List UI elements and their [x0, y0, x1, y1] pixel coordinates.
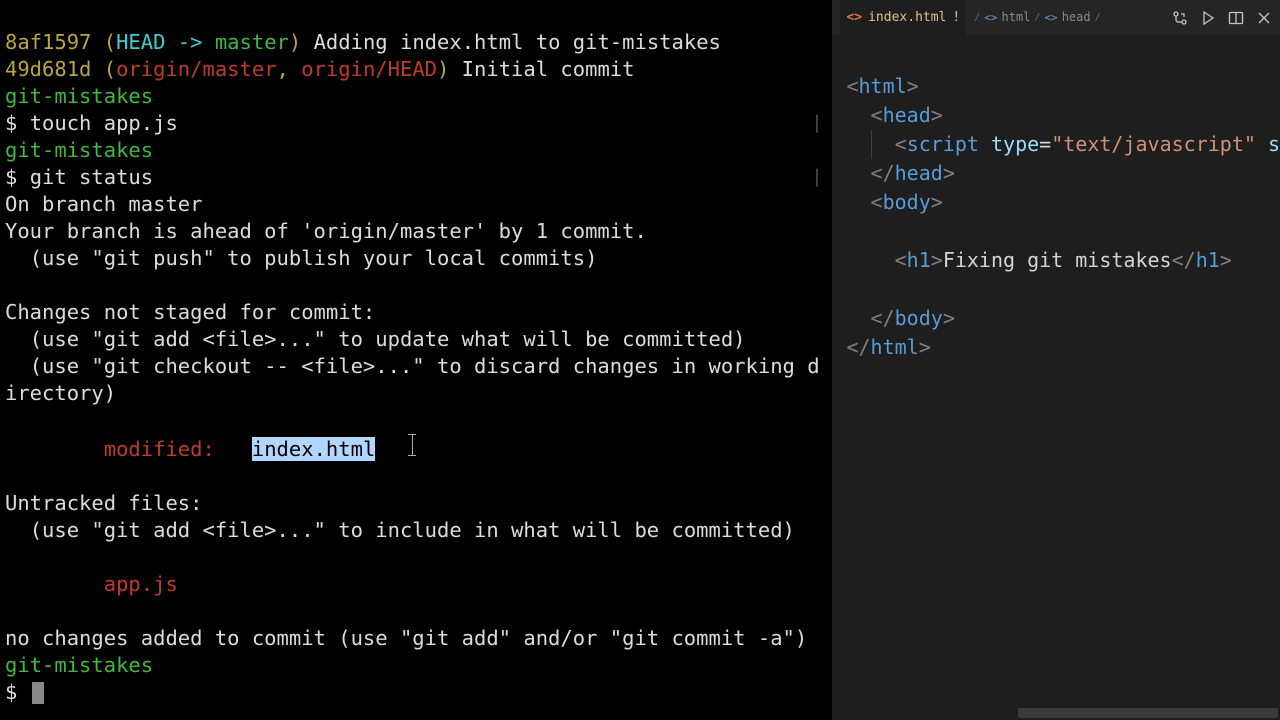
tag: html — [859, 74, 907, 98]
split-editor-icon[interactable] — [1228, 10, 1244, 26]
breadcrumb-item[interactable]: head — [1062, 4, 1091, 31]
breadcrumb[interactable]: / <> html / <> head / — [974, 4, 1100, 31]
chevron-right-icon: / — [1034, 4, 1040, 31]
editor-actions — [1172, 10, 1272, 26]
attr-value: "text/javascript" — [1051, 132, 1256, 156]
prompt-symbol: $ — [5, 680, 30, 704]
editor-pane: <> index.html ! / <> html / <> head / — [832, 0, 1280, 720]
tag: head — [895, 161, 943, 185]
element-icon: <> — [984, 4, 997, 31]
refs-sep: , — [277, 57, 302, 81]
origin-head-ref: origin/HEAD — [301, 57, 437, 81]
status-summary: no changes added to commit (use "git add… — [5, 626, 807, 650]
origin-master-ref: origin/master — [116, 57, 276, 81]
breadcrumb-item[interactable]: html — [1002, 4, 1031, 31]
commit-hash: 8af1597 — [5, 30, 91, 54]
pane-split-marker: ⎹ — [799, 110, 817, 137]
cwd-label: git-mistakes — [5, 138, 153, 162]
refs-close: ) — [437, 57, 449, 81]
tab-filename: index.html — [868, 4, 946, 31]
untracked-file: app.js — [5, 572, 178, 596]
html-file-icon: <> — [846, 4, 862, 31]
chevron-right-icon: / — [974, 4, 980, 31]
run-icon[interactable] — [1200, 10, 1216, 26]
prompt-symbol: $ — [5, 165, 30, 189]
tag: head — [883, 103, 931, 127]
tag: html — [871, 335, 919, 359]
tag: body — [883, 190, 931, 214]
untracked-header: Untracked files: — [5, 491, 202, 515]
element-icon: <> — [1044, 4, 1057, 31]
refs-open: ( — [91, 30, 116, 54]
command-input: touch app.js — [30, 111, 178, 135]
branch-ref: master — [215, 30, 289, 54]
cwd-label: git-mistakes — [5, 653, 153, 677]
cwd-label: git-mistakes — [5, 84, 153, 108]
h1-text: Fixing git mistakes — [943, 248, 1172, 272]
commit-msg: Initial commit — [449, 57, 634, 81]
tab-dirty-indicator: ! — [952, 4, 960, 31]
tag: body — [895, 306, 943, 330]
text-cursor-icon — [412, 434, 413, 456]
close-icon[interactable] — [1256, 10, 1272, 26]
modified-file-selected[interactable]: index.html — [252, 437, 375, 461]
commit-msg: Adding index.html to git-mistakes — [301, 30, 721, 54]
code-trail: s — [1256, 132, 1280, 156]
modified-label: modified: — [5, 437, 252, 461]
tag: script — [907, 132, 979, 156]
compare-changes-icon[interactable] — [1172, 10, 1188, 26]
tag: h1 — [1196, 248, 1220, 272]
untracked-hint: (use "git add <file>..." to include in w… — [5, 518, 795, 542]
command-input: git status — [30, 165, 153, 189]
tab-index-html[interactable]: <> index.html ! — [840, 0, 966, 35]
head-ref: HEAD -> — [116, 30, 215, 54]
refs-close: ) — [289, 30, 301, 54]
status-line: (use "git add <file>..." to update what … — [5, 327, 746, 351]
horizontal-scrollbar[interactable] — [1018, 708, 1278, 718]
status-line: On branch master — [5, 192, 202, 216]
attr: type — [991, 132, 1039, 156]
commit-hash: 49d681d — [5, 57, 91, 81]
terminal-pane[interactable]: 8af1597 (HEAD -> master) Adding index.ht… — [0, 0, 832, 720]
editor-tabbar: <> index.html ! / <> html / <> head / — [832, 0, 1280, 35]
status-line: (use "git checkout -- <file>..." to disc… — [5, 354, 820, 405]
status-line: Your branch is ahead of 'origin/master' … — [5, 219, 647, 243]
code-area[interactable]: <html> <head> <script type="text/javascr… — [832, 35, 1280, 720]
chevron-right-icon: / — [1095, 4, 1101, 31]
prompt-symbol: $ — [5, 111, 30, 135]
status-line: Changes not staged for commit: — [5, 300, 375, 324]
tag: h1 — [907, 248, 931, 272]
status-line: (use "git push" to publish your local co… — [5, 246, 597, 270]
terminal-cursor[interactable] — [32, 682, 44, 704]
pane-split-marker: ⎹ — [799, 164, 817, 191]
refs-open: ( — [91, 57, 116, 81]
